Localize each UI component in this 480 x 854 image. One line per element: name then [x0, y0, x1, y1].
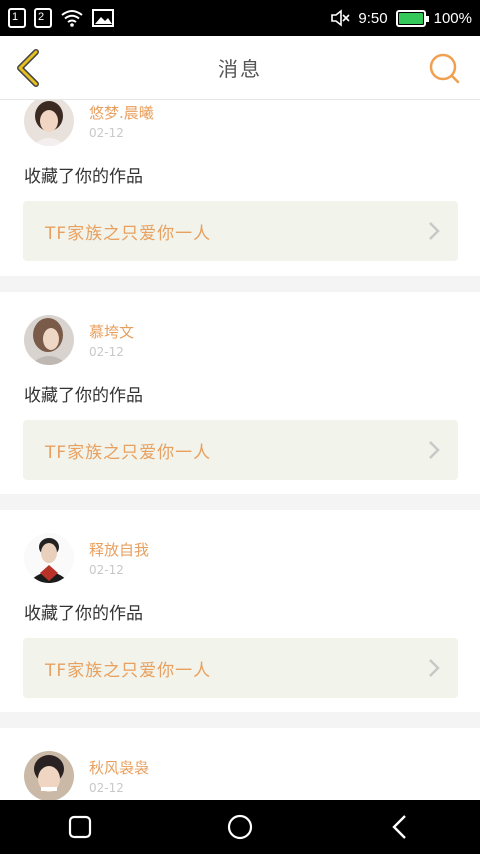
- work-link[interactable]: TF家族之只爱你一人: [23, 420, 458, 480]
- avatar[interactable]: [24, 315, 74, 365]
- page-title: 消息: [218, 57, 262, 81]
- message-list: 悠梦.晨曦 02-12 收藏了你的作品 TF家族之只爱你一人 慕垮文 02-12…: [0, 100, 480, 800]
- app-header: 消息: [0, 36, 480, 100]
- triangle-back-icon: [392, 815, 406, 839]
- search-icon[interactable]: [426, 50, 462, 86]
- work-title: TF家族之只爱你一人: [45, 660, 212, 681]
- back-arrow-icon[interactable]: [12, 48, 48, 88]
- message-card: 释放自我 02-12 收藏了你的作品 TF家族之只爱你一人: [0, 510, 480, 712]
- back-button[interactable]: [380, 807, 420, 847]
- recent-apps-button[interactable]: [60, 807, 100, 847]
- avatar[interactable]: [24, 533, 74, 583]
- message-card: 秋风袅袅 02-12: [0, 728, 480, 800]
- mute-icon: [331, 9, 350, 27]
- message-date: 02-12: [89, 345, 124, 359]
- work-title: TF家族之只爱你一人: [45, 223, 212, 244]
- clock: 9:50: [358, 9, 388, 27]
- chevron-right-icon: [429, 441, 440, 459]
- sim1-icon: 1: [8, 8, 26, 28]
- work-title: TF家族之只爱你一人: [45, 442, 212, 463]
- message-date: 02-12: [89, 126, 124, 140]
- home-button[interactable]: [220, 807, 260, 847]
- username[interactable]: 慕垮文: [89, 321, 134, 342]
- battery-icon: [395, 9, 429, 27]
- message-action: 收藏了你的作品: [24, 386, 143, 406]
- battery-level: 100%: [433, 9, 472, 27]
- square-icon: [68, 815, 92, 839]
- work-link[interactable]: TF家族之只爱你一人: [23, 201, 458, 261]
- wifi-icon: [61, 10, 83, 27]
- work-link[interactable]: TF家族之只爱你一人: [23, 638, 458, 698]
- chevron-right-icon: [429, 659, 440, 677]
- avatar[interactable]: [24, 100, 74, 146]
- message-card: 悠梦.晨曦 02-12 收藏了你的作品 TF家族之只爱你一人: [0, 100, 480, 276]
- status-bar: 1 2 9:50 100%: [0, 0, 480, 36]
- avatar[interactable]: [24, 751, 74, 800]
- system-nav-bar: [0, 800, 480, 854]
- message-action: 收藏了你的作品: [24, 167, 143, 187]
- sim2-icon: 2: [34, 8, 52, 28]
- circle-icon: [227, 814, 253, 840]
- message-date: 02-12: [89, 563, 124, 577]
- chevron-right-icon: [429, 222, 440, 240]
- username[interactable]: 秋风袅袅: [89, 757, 149, 778]
- image-notification-icon: [92, 9, 114, 27]
- message-card: 慕垮文 02-12 收藏了你的作品 TF家族之只爱你一人: [0, 292, 480, 494]
- username[interactable]: 释放自我: [89, 539, 149, 560]
- message-date: 02-12: [89, 781, 124, 795]
- message-action: 收藏了你的作品: [24, 604, 143, 624]
- username[interactable]: 悠梦.晨曦: [89, 102, 154, 123]
